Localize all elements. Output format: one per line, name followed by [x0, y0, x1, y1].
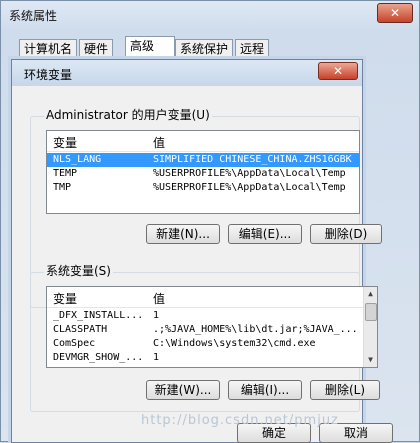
user-edit-button[interactable]: 编辑(E)... — [228, 224, 302, 244]
variable-value: SIMPLIFIED CHINESE_CHINA.ZHS16GBK — [153, 154, 352, 165]
watermark: http://blog.csdn.net/pmjuz — [141, 413, 339, 428]
tab-computer-name[interactable]: 计算机名 — [19, 39, 78, 57]
tab-advanced[interactable]: 高级 — [125, 36, 175, 58]
column-header-value[interactable]: 值 — [153, 134, 165, 151]
variable-value: 1 — [153, 310, 160, 321]
list-header: 变量 值 — [47, 131, 359, 152]
list-item[interactable]: ComSpec C:\Windows\system32\cmd.exe — [47, 337, 377, 351]
system-delete-button[interactable]: 删除(L) — [310, 380, 380, 400]
user-variables-list[interactable]: 变量 值 NLS_LANG SIMPLIFIED CHINESE_CHINA.Z… — [46, 130, 360, 214]
variable-value: %USERPROFILE%\AppData\Local\Temp — [153, 168, 346, 179]
scroll-down-arrow-icon[interactable]: ▼ — [364, 353, 377, 367]
list-item[interactable]: DEVMGR_SHOW_... 1 — [47, 351, 377, 365]
user-new-button[interactable]: 新建(N)... — [146, 224, 220, 244]
variable-name: TMP — [53, 182, 72, 193]
column-header-value[interactable]: 值 — [153, 290, 165, 307]
system-properties-window: 系统属性 ✕ 计算机名 硬件 高级 系统保护 远程 环境变量 ✕ Adminis… — [0, 0, 420, 443]
window-title: 系统属性 — [9, 9, 58, 23]
column-header-variable[interactable]: 变量 — [53, 134, 77, 151]
variable-name: NLS_LANG — [53, 154, 102, 165]
variable-name: DEVMGR_SHOW_... — [53, 352, 144, 363]
system-variables-list[interactable]: 变量 值 _DFX_INSTALL... 1 CLASSPATH .;%JAVA… — [46, 286, 378, 368]
window-close-button[interactable]: ✕ — [377, 3, 413, 23]
list-item[interactable]: TMP %USERPROFILE%\AppData\Local\Temp — [47, 181, 359, 195]
variable-value: 1 — [153, 352, 160, 363]
user-delete-button[interactable]: 删除(D) — [310, 224, 382, 244]
dialog-titlebar: 环境变量 — [12, 60, 362, 86]
scroll-up-arrow-icon[interactable]: ▲ — [364, 287, 377, 301]
variable-name: CLASSPATH — [53, 324, 108, 335]
tab-hardware[interactable]: 硬件 — [79, 39, 114, 57]
system-edit-button[interactable]: 编辑(I)... — [228, 380, 302, 400]
list-item[interactable]: _DFX_INSTALL... 1 — [47, 309, 377, 323]
tab-remote[interactable]: 远程 — [235, 39, 270, 57]
variable-name: _DFX_INSTALL... — [53, 310, 144, 321]
column-header-variable[interactable]: 变量 — [53, 290, 77, 307]
dialog-close-button[interactable]: ✕ — [318, 62, 358, 80]
variable-value: .;%JAVA_HOME%\lib\dt.jar;%JAVA_... — [153, 324, 358, 335]
list-item[interactable]: NLS_LANG SIMPLIFIED CHINESE_CHINA.ZHS16G… — [47, 153, 359, 167]
variable-name: TEMP — [53, 168, 78, 179]
tab-system-protection[interactable]: 系统保护 — [175, 39, 234, 57]
system-new-button[interactable]: 新建(W)... — [146, 380, 220, 400]
system-variables-label: 系统变量(S) — [44, 262, 113, 279]
variable-value: C:\Windows\system32\cmd.exe — [153, 338, 316, 349]
variable-name: ComSpec — [53, 338, 96, 349]
scroll-thumb[interactable] — [365, 303, 377, 321]
user-variables-label: Administrator 的用户变量(U) — [44, 106, 212, 123]
list-item[interactable]: TEMP %USERPROFILE%\AppData\Local\Temp — [47, 167, 359, 181]
dialog-title: 环境变量 — [24, 68, 73, 82]
list-header: 变量 值 — [47, 287, 377, 308]
list-item[interactable]: CLASSPATH .;%JAVA_HOME%\lib\dt.jar;%JAVA… — [47, 323, 377, 337]
variable-value: %USERPROFILE%\AppData\Local\Temp — [153, 182, 346, 193]
vertical-scrollbar[interactable]: ▲ ▼ — [363, 287, 377, 367]
environment-variables-dialog: 环境变量 ✕ Administrator 的用户变量(U) 变量 值 NLS_L… — [11, 59, 382, 443]
